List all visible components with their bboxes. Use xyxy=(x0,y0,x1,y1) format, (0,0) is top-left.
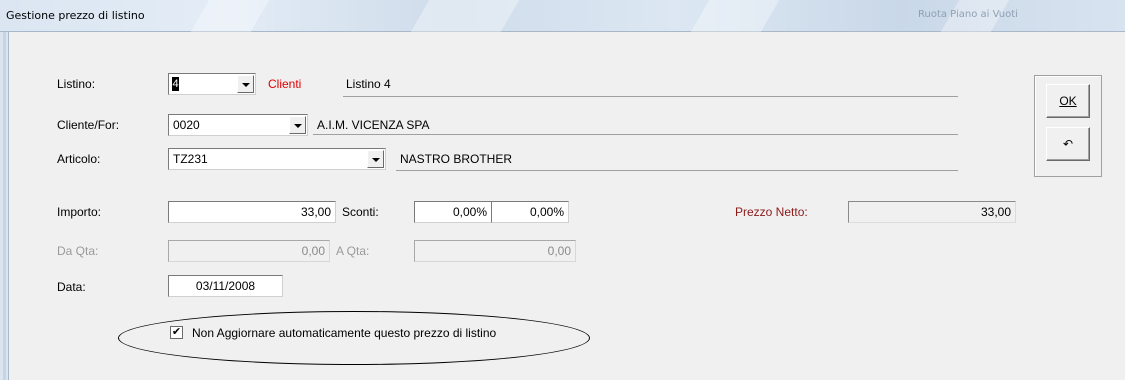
articolo-value: TZ231 xyxy=(173,152,208,166)
listino-dropdown-button[interactable] xyxy=(237,75,254,93)
a-qta-label: A Qta: xyxy=(336,244,370,258)
a-qta-input: 0,00 xyxy=(414,240,576,262)
title-bar: Gestione prezzo di listino Ruota Piano a… xyxy=(0,0,1125,32)
importo-label: Importo: xyxy=(57,205,102,219)
articolo-combo[interactable]: TZ231 xyxy=(168,148,386,170)
listino-description: Listino 4 xyxy=(346,77,391,91)
cliente-description: A.I.M. VICENZA SPA xyxy=(317,118,430,132)
listino-type-label: Clienti xyxy=(268,77,302,91)
listino-label: Listino: xyxy=(57,77,96,91)
ok-button-label: OK xyxy=(1059,94,1077,108)
data-input[interactable]: 03/11/2008 xyxy=(168,275,283,297)
sconto1-input[interactable]: 0,00% xyxy=(414,201,492,223)
importo-input[interactable]: 33,00 xyxy=(168,201,336,223)
articolo-label: Articolo: xyxy=(57,152,101,166)
cliente-value: 0020 xyxy=(173,118,200,132)
window-left-frame xyxy=(0,32,9,380)
articolo-description: NASTRO BROTHER xyxy=(400,152,513,166)
listino-value: 4 xyxy=(172,77,179,91)
undo-icon: ↶ xyxy=(1062,137,1074,151)
data-label: Data: xyxy=(57,280,86,294)
prezzo-netto-label: Prezzo Netto: xyxy=(735,205,808,219)
cliente-description-underline xyxy=(313,134,958,135)
listino-description-underline xyxy=(343,96,958,97)
da-qta-label: Da Qta: xyxy=(57,244,99,258)
cliente-dropdown-button[interactable] xyxy=(289,116,306,134)
listino-combo[interactable]: 4 xyxy=(168,73,256,95)
non-aggiornare-checkbox[interactable]: ✔ xyxy=(170,326,183,339)
window-title: Gestione prezzo di listino xyxy=(6,9,145,22)
cliente-label: Cliente/For: xyxy=(57,118,120,132)
ok-button[interactable]: OK xyxy=(1046,84,1090,118)
sconto2-input[interactable]: 0,00% xyxy=(491,201,569,223)
articolo-description-underline xyxy=(396,170,958,171)
prezzo-netto-value: 33,00 xyxy=(848,201,1016,223)
undo-button[interactable]: ↶ xyxy=(1046,127,1090,161)
sconti-label: Sconti: xyxy=(342,205,379,219)
da-qta-input: 0,00 xyxy=(168,240,330,262)
title-ghost-text: Ruota Piano ai Vuoti xyxy=(918,9,1018,20)
non-aggiornare-label[interactable]: Non Aggiornare automaticamente questo pr… xyxy=(192,326,496,340)
articolo-dropdown-button[interactable] xyxy=(367,150,384,168)
cliente-combo[interactable]: 0020 xyxy=(168,114,308,136)
